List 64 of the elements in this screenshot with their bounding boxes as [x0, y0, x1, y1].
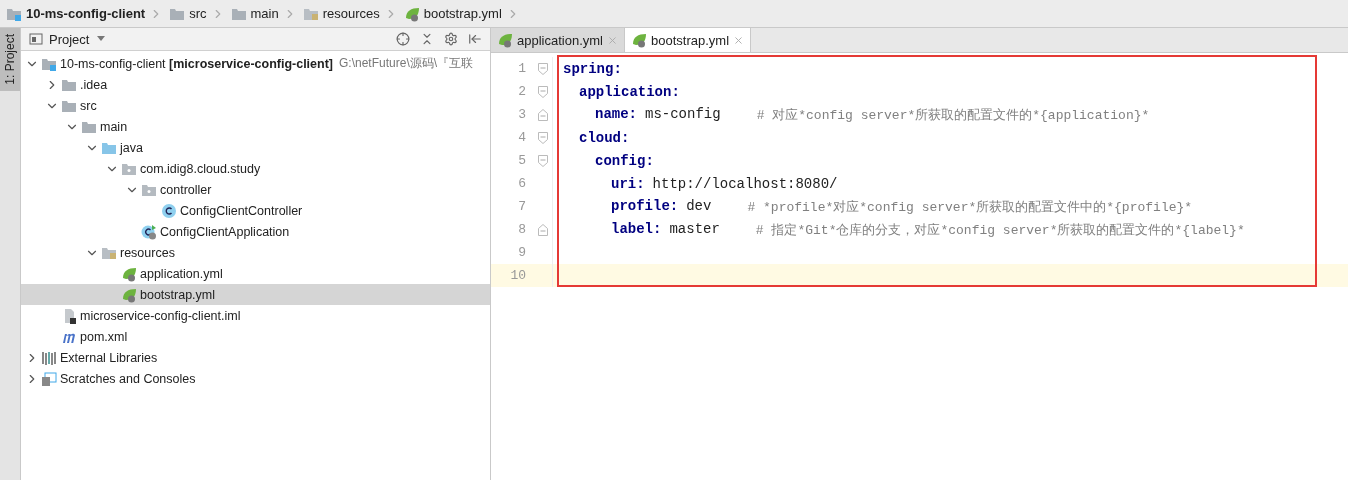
panel-icon — [29, 32, 43, 46]
tree-item[interactable]: External Libraries — [21, 347, 490, 368]
fold-marker-icon[interactable] — [538, 154, 548, 167]
locate-icon[interactable] — [396, 32, 410, 46]
hide-icon[interactable] — [468, 32, 482, 46]
tree-item[interactable]: ConfigClientController — [21, 200, 490, 221]
line-number: 4 — [517, 130, 526, 145]
tree-item[interactable]: application.yml — [21, 263, 490, 284]
leaf-icon — [403, 5, 420, 22]
tree-item[interactable]: resources — [21, 242, 490, 263]
class-icon — [161, 202, 177, 219]
libraries-icon — [41, 349, 57, 366]
line-number: 3 — [517, 107, 526, 122]
leaf-icon — [121, 286, 137, 303]
settings-icon[interactable] — [444, 32, 458, 46]
tree-item[interactable]: main — [21, 116, 490, 137]
breadcrumb-item[interactable]: bootstrap.yml — [423, 6, 502, 21]
line-number: 8 — [517, 222, 526, 237]
code-line: name: ms-config # 对应*config server*所获取的配置文件的*{application}* — [594, 105, 1150, 124]
code-line: config: — [594, 152, 654, 169]
tree-item[interactable]: microservice-config-client.iml — [21, 305, 490, 326]
line-number: 5 — [517, 153, 526, 168]
code-line: label: master # 指定*Git*仓库的分支，对应*config server*所获取的配置文件的*{label}* — [610, 220, 1245, 239]
tree-item[interactable]: .idea — [21, 74, 490, 95]
line-number: 2 — [517, 84, 526, 99]
tree-item[interactable]: com.idig8.cloud.study — [21, 158, 490, 179]
line-number: 1 — [517, 61, 526, 76]
tree-item[interactable]: src — [21, 95, 490, 116]
fold-marker-icon[interactable] — [538, 85, 548, 98]
breadcrumb-item[interactable]: resources — [322, 6, 380, 21]
tree-item[interactable]: java — [21, 137, 490, 158]
dropdown-caret-icon[interactable] — [97, 36, 106, 42]
collapse-all-icon[interactable] — [420, 32, 434, 46]
breadcrumb-item[interactable]: main — [250, 6, 279, 21]
fold-marker-icon[interactable] — [538, 223, 548, 236]
leaf-icon — [121, 265, 137, 282]
fold-marker-icon[interactable] — [538, 131, 548, 144]
code-line: application: — [578, 83, 680, 100]
breadcrumb-item[interactable]: 10-ms-config-client — [26, 6, 146, 21]
fold-marker-icon[interactable] — [538, 108, 548, 121]
code-line: cloud: — [578, 129, 630, 146]
line-number: 7 — [517, 199, 526, 214]
console-icon — [41, 370, 57, 387]
leaf-icon — [497, 32, 513, 48]
tree-item[interactable]: bootstrap.yml — [21, 284, 490, 305]
code-line: spring: — [562, 60, 622, 77]
line-number: 10 — [509, 268, 526, 283]
class-icon — [141, 223, 157, 240]
tool-window-tab[interactable]: 1: Project — [0, 28, 20, 91]
line-number: 9 — [517, 245, 526, 260]
leaf-icon — [631, 32, 647, 48]
tree-item[interactable]: 10-ms-config-client [microservice-config-client] G:\netFuture\源码\『互联 — [21, 53, 490, 74]
tree-item[interactable]: controller — [21, 179, 490, 200]
tree-item[interactable]: Scratches and Consoles — [21, 368, 490, 389]
tree-item[interactable]: ConfigClientApplication — [21, 221, 490, 242]
line-number: 6 — [517, 176, 526, 191]
fold-marker-icon[interactable] — [538, 62, 548, 75]
breadcrumb-item[interactable]: src — [189, 6, 207, 21]
code-line: profile: dev # *profile*对应*config server*所获取的配置文件中的*{profile}* — [610, 197, 1193, 216]
tree-item[interactable]: pom.xml — [21, 326, 490, 347]
code-line: uri: http://localhost:8080/ — [610, 175, 838, 192]
editor-tab[interactable]: application.yml — [491, 28, 625, 52]
panel-title[interactable]: Project — [49, 31, 90, 47]
editor-tab[interactable]: bootstrap.yml — [625, 28, 752, 52]
